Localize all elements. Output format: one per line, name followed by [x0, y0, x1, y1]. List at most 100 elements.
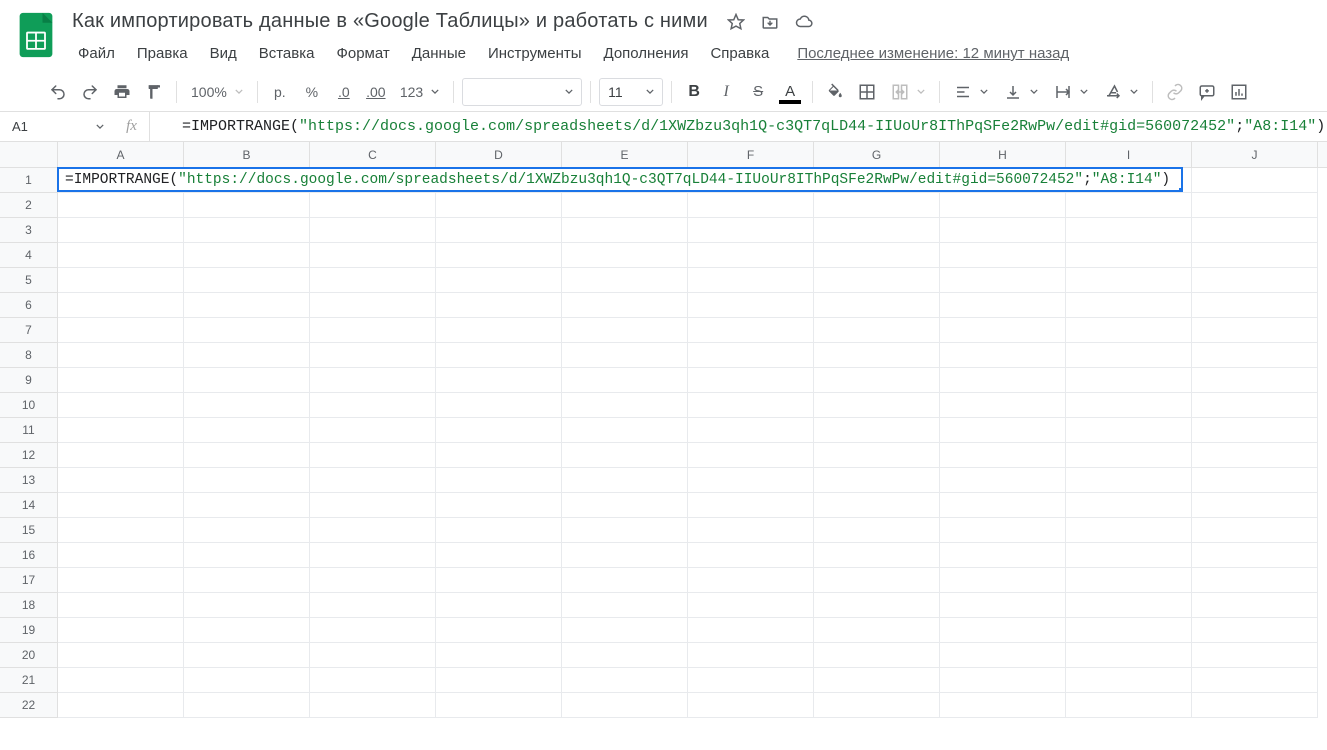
cell[interactable] [58, 293, 184, 318]
cell[interactable] [940, 243, 1066, 268]
cell[interactable] [562, 193, 688, 218]
menu-file[interactable]: Файл [68, 41, 125, 66]
cell[interactable] [814, 193, 940, 218]
cell[interactable] [814, 243, 940, 268]
cell[interactable] [814, 593, 940, 618]
cell[interactable] [940, 568, 1066, 593]
cell[interactable] [1192, 568, 1318, 593]
row-header[interactable]: 16 [0, 543, 58, 568]
cell[interactable] [184, 293, 310, 318]
borders-button[interactable] [853, 78, 881, 106]
strikethrough-button[interactable]: S [744, 78, 772, 106]
text-wrap-button[interactable] [1048, 78, 1094, 106]
row-header[interactable]: 22 [0, 693, 58, 718]
cell[interactable] [436, 393, 562, 418]
cell[interactable] [1066, 618, 1192, 643]
cell[interactable] [1066, 168, 1192, 193]
cell[interactable] [562, 393, 688, 418]
cell[interactable] [310, 218, 436, 243]
cell[interactable] [562, 568, 688, 593]
cell[interactable] [1192, 693, 1318, 718]
chevron-down-icon[interactable] [96, 124, 104, 129]
cell[interactable] [1066, 218, 1192, 243]
cell[interactable] [1192, 493, 1318, 518]
cell[interactable] [940, 668, 1066, 693]
cell[interactable] [184, 668, 310, 693]
cell[interactable] [940, 693, 1066, 718]
cell[interactable] [1066, 468, 1192, 493]
row-header[interactable]: 13 [0, 468, 58, 493]
cell[interactable] [562, 693, 688, 718]
cell[interactable] [562, 218, 688, 243]
last-edit-link[interactable]: Последнее изменение: 12 минут назад [787, 41, 1079, 66]
cell[interactable] [58, 418, 184, 443]
menu-tools[interactable]: Инструменты [478, 41, 592, 66]
cell[interactable] [814, 693, 940, 718]
cell[interactable] [1066, 343, 1192, 368]
cell[interactable] [688, 468, 814, 493]
cell[interactable] [436, 518, 562, 543]
cell[interactable] [310, 318, 436, 343]
cell[interactable] [562, 268, 688, 293]
font-family-select[interactable] [462, 78, 582, 106]
cell[interactable] [814, 518, 940, 543]
row-header[interactable]: 21 [0, 668, 58, 693]
cell[interactable] [562, 643, 688, 668]
doc-title[interactable]: Как импортировать данные в «Google Табли… [68, 8, 712, 35]
cell[interactable] [814, 668, 940, 693]
cell[interactable] [58, 693, 184, 718]
cell[interactable] [688, 293, 814, 318]
cell[interactable] [1066, 318, 1192, 343]
cell[interactable] [436, 368, 562, 393]
cell[interactable] [58, 568, 184, 593]
cell[interactable] [940, 218, 1066, 243]
cell[interactable] [436, 193, 562, 218]
cell[interactable] [940, 393, 1066, 418]
cell[interactable] [562, 493, 688, 518]
cell[interactable] [1192, 518, 1318, 543]
column-header[interactable]: A [58, 142, 184, 167]
fill-color-button[interactable] [821, 78, 849, 106]
cell[interactable] [1192, 668, 1318, 693]
cell[interactable] [688, 368, 814, 393]
cell[interactable] [436, 593, 562, 618]
text-color-button[interactable]: A [776, 78, 804, 106]
cell[interactable] [688, 593, 814, 618]
cell[interactable] [184, 418, 310, 443]
cell[interactable] [184, 518, 310, 543]
cell[interactable] [688, 618, 814, 643]
cell[interactable] [184, 443, 310, 468]
decrease-decimal-button[interactable]: .0 [330, 78, 358, 106]
menu-addons[interactable]: Дополнения [594, 41, 699, 66]
column-header[interactable]: F [688, 142, 814, 167]
cell[interactable] [688, 393, 814, 418]
cell[interactable] [184, 343, 310, 368]
cell[interactable] [436, 418, 562, 443]
cell[interactable] [310, 293, 436, 318]
cell[interactable] [436, 443, 562, 468]
row-header[interactable]: 8 [0, 343, 58, 368]
row-header[interactable]: 5 [0, 268, 58, 293]
cell[interactable] [1192, 443, 1318, 468]
insert-chart-button[interactable] [1225, 78, 1253, 106]
cell[interactable] [436, 618, 562, 643]
cell[interactable] [688, 518, 814, 543]
row-header[interactable]: 2 [0, 193, 58, 218]
cell[interactable] [310, 418, 436, 443]
cell[interactable] [1066, 293, 1192, 318]
cell[interactable] [436, 218, 562, 243]
cell[interactable] [562, 418, 688, 443]
cell[interactable] [310, 168, 436, 193]
cell[interactable] [814, 568, 940, 593]
cell[interactable] [58, 368, 184, 393]
cell[interactable] [310, 643, 436, 668]
cell[interactable] [688, 493, 814, 518]
cell[interactable] [58, 518, 184, 543]
cell[interactable] [814, 543, 940, 568]
cell[interactable] [184, 168, 310, 193]
cell[interactable] [814, 643, 940, 668]
cell[interactable] [58, 443, 184, 468]
print-button[interactable] [108, 78, 136, 106]
cell[interactable] [310, 668, 436, 693]
cell[interactable] [58, 268, 184, 293]
